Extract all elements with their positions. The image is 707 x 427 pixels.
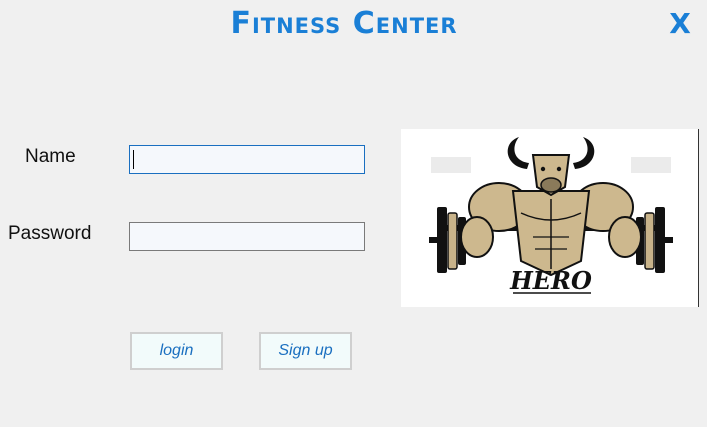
signup-button[interactable]: Sign up <box>259 332 352 370</box>
password-label: Password <box>8 223 92 244</box>
bull-bodybuilder-barbell-icon: HERO <box>429 137 673 295</box>
text-caret <box>133 150 134 169</box>
login-button[interactable]: login <box>130 332 223 370</box>
name-label: Name <box>25 146 76 167</box>
hero-logo-image: HERO <box>401 129 699 307</box>
hero-logo-text: HERO <box>509 266 592 295</box>
name-input[interactable] <box>129 145 365 174</box>
close-button[interactable]: X <box>665 6 695 42</box>
password-input[interactable] <box>129 222 365 251</box>
login-window: Fitness Center X Name Password login Sig… <box>0 0 707 427</box>
app-title: Fitness Center <box>230 6 458 41</box>
